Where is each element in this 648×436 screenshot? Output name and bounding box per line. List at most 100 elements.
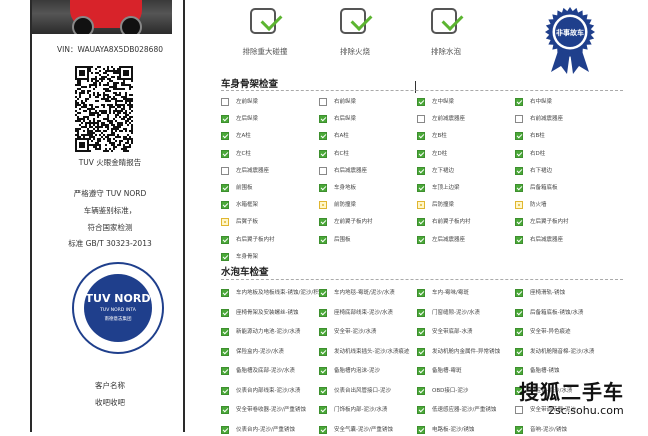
checklist-item-label: 座椅底部线束-泥沙/水渍 bbox=[334, 309, 393, 316]
checked-checkbox-icon bbox=[221, 289, 229, 297]
checklist-item-label: 仪表台内-泥沙/严重锈蚀 bbox=[236, 426, 295, 433]
warning-checkbox-icon bbox=[221, 218, 229, 227]
checklist-item-label: 保险盒内-泥沙/水渍 bbox=[236, 348, 284, 355]
checked-checkbox-icon bbox=[515, 235, 523, 244]
checked-checkbox-icon bbox=[515, 289, 523, 297]
section-divider bbox=[221, 90, 623, 91]
stamp-line-2: 南德意志集团 bbox=[104, 317, 132, 322]
checked-checkbox-icon bbox=[515, 328, 523, 336]
checklist-item-label: 右前翼子板内衬 bbox=[432, 219, 471, 226]
section-title-frame: 车身骨架检查 bbox=[221, 79, 279, 90]
checklist-item-label: 右C柱 bbox=[334, 150, 349, 157]
empty-checkbox-icon bbox=[221, 166, 229, 175]
checked-checkbox-icon bbox=[319, 347, 327, 356]
section-title-flood: 水泡车检查 bbox=[221, 267, 269, 278]
checked-checkbox-icon bbox=[417, 425, 425, 434]
checklist-item-label: 车内地毯-霉斑/泥沙/水渍 bbox=[334, 290, 395, 296]
checked-checkbox-icon bbox=[221, 132, 229, 141]
checked-checkbox-icon bbox=[319, 184, 327, 192]
checklist-item-label: 左A柱 bbox=[236, 133, 251, 140]
checklist-item-label: 左前纵梁 bbox=[236, 99, 259, 105]
check-icon bbox=[250, 8, 283, 34]
checklist-item-label: 右后减震器座 bbox=[334, 167, 368, 174]
checked-checkbox-icon bbox=[221, 328, 229, 336]
checklist-item-label: 左后减震器座 bbox=[236, 167, 270, 174]
customer-name-value: 收吧收吧 bbox=[95, 398, 125, 407]
checked-checkbox-icon bbox=[417, 132, 425, 141]
checklist-item-label: 水箱框架 bbox=[236, 202, 259, 209]
checklist-item-label: 右后纵梁 bbox=[334, 116, 357, 123]
checked-checkbox-icon bbox=[221, 367, 229, 375]
checklist-item-label: 后围板 bbox=[334, 236, 351, 243]
checked-checkbox-icon bbox=[515, 98, 523, 106]
checked-checkbox-icon bbox=[417, 347, 425, 356]
checklist-item-label: 门饰板内部-泥沙/水渍 bbox=[334, 407, 388, 413]
checked-checkbox-icon bbox=[417, 184, 425, 192]
checklist-item-label: 安全带卷收器-泥沙/严重锈蚀 bbox=[236, 407, 306, 413]
statement-line-2: 车辆鉴别标准， bbox=[83, 206, 137, 215]
checklist-item-label: 低速感应器-泥沙/严重锈蚀 bbox=[432, 407, 497, 413]
qr-caption: TUV 火眼金睛报告 bbox=[78, 158, 142, 167]
checklist-item-label: 仪表台内部线束-泥沙/水渍 bbox=[236, 387, 301, 394]
non-accident-badge-icon: 非事故车 bbox=[545, 7, 595, 74]
empty-checkbox-icon bbox=[221, 98, 229, 106]
sohu-watermark-url: 2sc.sohu.com bbox=[548, 404, 624, 417]
empty-checkbox-icon bbox=[417, 115, 425, 124]
customer-name-label: 客户名称 bbox=[95, 381, 125, 390]
checked-checkbox-icon bbox=[319, 115, 327, 124]
checked-checkbox-icon bbox=[221, 184, 229, 192]
checklist-item-label: 左后翼子板内衬 bbox=[530, 219, 569, 226]
checklist-item-label: 发动机舱隔音棉-泥沙/水渍 bbox=[530, 348, 595, 355]
warning-checkbox-icon bbox=[515, 201, 523, 210]
left-panel: VIN：WAUAYA8X5DB028680 TUV 火眼金睛报告 严格遵守 TU… bbox=[0, 0, 190, 432]
checked-checkbox-icon bbox=[515, 308, 523, 317]
checklist-item-label: 电路板-泥沙/锈蚀 bbox=[432, 426, 475, 433]
checked-checkbox-icon bbox=[319, 308, 327, 317]
checklist-item-label: 备胎槽-锈蚀 bbox=[530, 368, 560, 374]
checklist-item-label: 音响-泥沙/锈蚀 bbox=[530, 426, 567, 433]
checklist-item-label: 发动机线束插头-泥沙/水渍痕迹 bbox=[334, 348, 410, 355]
checklist-item-label: 后备箱底板 bbox=[530, 185, 558, 191]
stamp-title: TUV NORD bbox=[85, 292, 151, 305]
checked-checkbox-icon bbox=[319, 235, 327, 244]
vin-text: VIN：WAUAYA8X5DB028680 bbox=[57, 45, 163, 54]
checked-checkbox-icon bbox=[515, 218, 523, 227]
checklist-item-label: 左下裙边 bbox=[432, 167, 455, 174]
checklist-item-label: 车身地板 bbox=[334, 185, 357, 191]
checklist-item-label: 左后纵梁 bbox=[236, 116, 259, 123]
checked-checkbox-icon bbox=[221, 252, 229, 261]
section-divider bbox=[221, 279, 623, 280]
checklist-item-label: 备胎槽内泡沫-泥沙 bbox=[334, 368, 380, 374]
checked-checkbox-icon bbox=[319, 406, 327, 414]
checklist-item-label: 右A柱 bbox=[334, 133, 349, 140]
checked-checkbox-icon bbox=[417, 235, 425, 244]
checked-checkbox-icon bbox=[515, 347, 523, 356]
checklist-item-label: 备胎槽及底部-泥沙/水渍 bbox=[236, 368, 295, 374]
checked-checkbox-icon bbox=[221, 308, 229, 317]
top-check-label-3: 排除水泡 bbox=[431, 47, 461, 56]
checklist-item-label: 安全带-异色痕迹 bbox=[530, 329, 571, 335]
checklist-item-label: 后备箱底板-锈蚀/水渍 bbox=[530, 309, 584, 316]
empty-checkbox-icon bbox=[515, 406, 523, 414]
statement-line-4: 标准 GB/T 30323-2013 bbox=[68, 239, 152, 248]
checked-checkbox-icon bbox=[417, 406, 425, 414]
checked-checkbox-icon bbox=[417, 367, 425, 375]
checklist-item-label: 座椅骨架及安装螺丝-锈蚀 bbox=[236, 309, 299, 316]
checked-checkbox-icon bbox=[221, 235, 229, 244]
warning-checkbox-icon bbox=[319, 201, 327, 210]
checked-checkbox-icon bbox=[417, 218, 425, 227]
checklist-item-label: 前围板 bbox=[236, 185, 253, 191]
right-border-line bbox=[183, 0, 185, 432]
statement-line-3: 符合国家检测 bbox=[87, 223, 133, 232]
checklist-item-label: 仪表台出风管接口-泥沙 bbox=[334, 387, 391, 394]
checklist-item-label: 右后翼子板内衬 bbox=[236, 236, 275, 243]
checklist-item-label: 左中纵梁 bbox=[432, 99, 455, 105]
checklist-item-label: 新能源动力电池-泥沙/水渍 bbox=[236, 329, 301, 335]
checked-checkbox-icon bbox=[221, 347, 229, 356]
checklist-item-label: 左前翼子板内衬 bbox=[334, 219, 373, 226]
checked-checkbox-icon bbox=[515, 149, 523, 158]
checked-checkbox-icon bbox=[319, 328, 327, 336]
checked-checkbox-icon bbox=[319, 289, 327, 297]
statement-line-1: 严格遵守 TUV NORD bbox=[73, 189, 147, 198]
checklist-item-label: 右中纵梁 bbox=[530, 99, 553, 105]
